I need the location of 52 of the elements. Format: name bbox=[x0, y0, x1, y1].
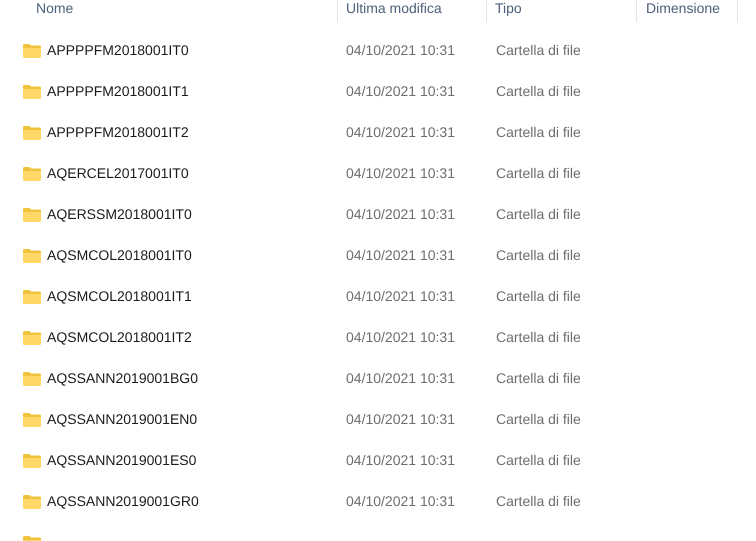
modified-date: 04/10/2021 10:31 bbox=[346, 329, 455, 345]
folder-icon bbox=[23, 126, 41, 140]
modified-date: 04/10/2021 10:31 bbox=[346, 42, 455, 58]
file-name[interactable]: AQSMCOL2018001IT2 bbox=[47, 327, 192, 348]
modified-date: 04/10/2021 10:31 bbox=[346, 247, 455, 263]
column-header[interactable]: Ultima modifica bbox=[346, 0, 486, 16]
file-type: Cartella di file bbox=[496, 329, 581, 345]
file-type: Cartella di file bbox=[496, 452, 581, 468]
modified-date: 04/10/2021 10:31 bbox=[346, 83, 455, 99]
column-header[interactable]: Tipo bbox=[495, 0, 636, 16]
file-type: Cartella di file bbox=[496, 165, 581, 181]
file-type: Cartella di file bbox=[496, 247, 581, 263]
file-name[interactable]: AQERCEL2017001IT0 bbox=[47, 163, 189, 184]
file-type: Cartella di file bbox=[496, 42, 581, 58]
modified-date: 04/10/2021 10:31 bbox=[346, 370, 455, 386]
modified-date: 04/10/2021 10:31 bbox=[346, 493, 455, 509]
file-type: Cartella di file bbox=[496, 124, 581, 140]
file-name[interactable]: AQSSANN2019001BG0 bbox=[47, 368, 198, 389]
file-name[interactable]: AQSSANN2019001GR0 bbox=[47, 491, 199, 512]
column-header[interactable]: Nome bbox=[36, 0, 337, 16]
file-name[interactable]: APPPPFM2018001IT0 bbox=[47, 40, 189, 61]
modified-date: 04/10/2021 10:31 bbox=[346, 411, 455, 427]
folder-icon bbox=[23, 44, 41, 58]
file-type: Cartella di file bbox=[496, 493, 581, 509]
file-name[interactable]: AQERSSM2018001IT0 bbox=[47, 204, 192, 225]
file-name[interactable]: AQSMCOL2018001IT1 bbox=[47, 286, 192, 307]
file-name[interactable]: AQSSANN2019001EN0 bbox=[47, 409, 198, 430]
folder-icon bbox=[23, 412, 41, 426]
folder-icon bbox=[23, 248, 41, 262]
folder-icon bbox=[23, 330, 41, 344]
modified-date: 04/10/2021 10:31 bbox=[346, 124, 455, 140]
modified-date: 04/10/2021 10:31 bbox=[346, 452, 455, 468]
column-header[interactable]: Dimensione bbox=[646, 0, 737, 16]
file-type: Cartella di file bbox=[496, 370, 581, 386]
file-name[interactable]: AQSSANN2019001ES0 bbox=[47, 450, 196, 471]
file-name[interactable]: APPPPFM2018001IT1 bbox=[47, 81, 189, 102]
file-name[interactable]: AQSMCOL2018001IT0 bbox=[47, 245, 192, 266]
folder-icon bbox=[23, 372, 41, 386]
file-type: Cartella di file bbox=[496, 206, 581, 222]
folder-icon bbox=[23, 84, 41, 98]
modified-date: 04/10/2021 10:31 bbox=[346, 288, 455, 304]
modified-date: 04/10/2021 10:31 bbox=[346, 206, 455, 222]
folder-icon bbox=[23, 166, 41, 180]
modified-date: 04/10/2021 10:31 bbox=[346, 165, 455, 181]
folder-icon bbox=[23, 290, 41, 304]
file-type: Cartella di file bbox=[496, 288, 581, 304]
file-type: Cartella di file bbox=[496, 411, 581, 427]
folder-icon bbox=[23, 494, 41, 508]
file-type: Cartella di file bbox=[496, 83, 581, 99]
folder-icon bbox=[23, 454, 41, 468]
folder-icon bbox=[23, 208, 41, 222]
file-name[interactable]: APPPPFM2018001IT2 bbox=[47, 122, 189, 143]
